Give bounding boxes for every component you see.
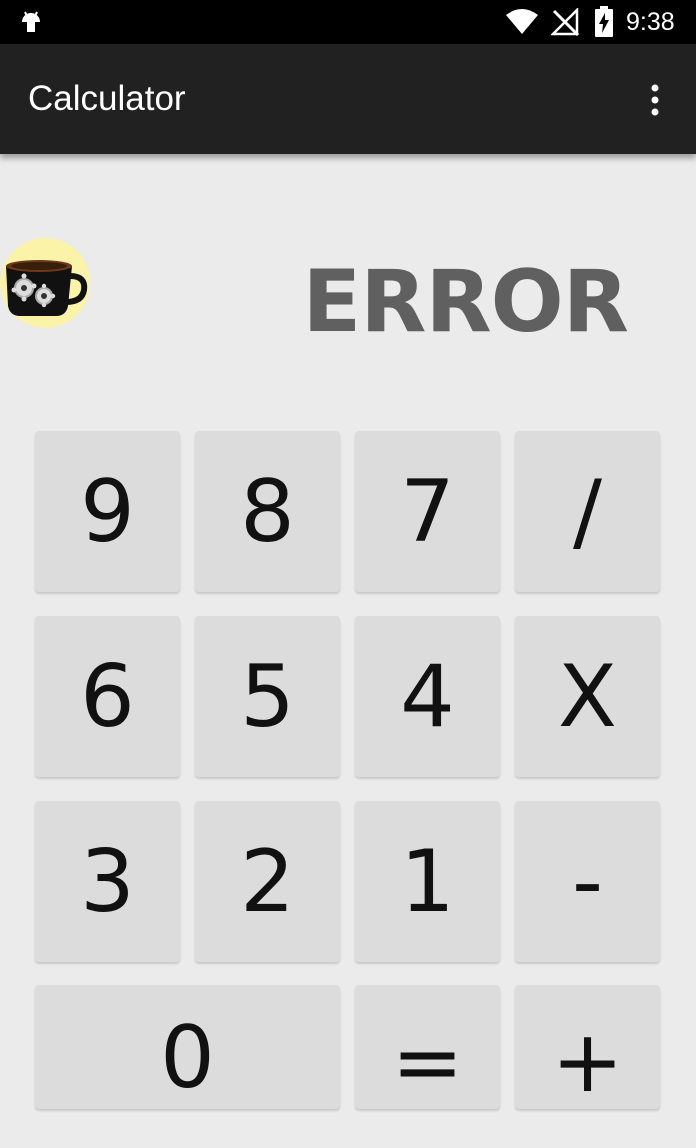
no-signal-icon bbox=[551, 8, 580, 36]
key-6[interactable]: 6 bbox=[35, 616, 180, 777]
key-plus[interactable]: + bbox=[515, 985, 660, 1109]
key-1[interactable]: 1 bbox=[355, 801, 500, 962]
key-4[interactable]: 4 bbox=[355, 616, 500, 777]
app-title: Calculator bbox=[28, 79, 186, 118]
key-label: = bbox=[391, 1012, 464, 1109]
key-9[interactable]: 9 bbox=[35, 431, 180, 592]
more-vert-icon[interactable] bbox=[640, 80, 670, 120]
key-label: X bbox=[558, 646, 617, 747]
key-label: 7 bbox=[400, 461, 455, 562]
battery-charging-icon bbox=[595, 6, 613, 37]
key-label: 4 bbox=[400, 646, 455, 747]
key-label: 5 bbox=[240, 646, 295, 747]
key-label: 0 bbox=[160, 1008, 215, 1108]
key-label: + bbox=[551, 1012, 624, 1109]
key-3[interactable]: 3 bbox=[35, 801, 180, 962]
key-label: 3 bbox=[80, 831, 135, 932]
android-icon bbox=[22, 11, 40, 32]
key-label: - bbox=[571, 831, 604, 932]
key-multiply[interactable]: X bbox=[515, 616, 660, 777]
key-divide[interactable]: / bbox=[515, 431, 660, 592]
key-equals[interactable]: = bbox=[355, 985, 500, 1109]
key-5[interactable]: 5 bbox=[195, 616, 340, 777]
key-label: 9 bbox=[80, 461, 135, 562]
coffee-cup-gears-icon bbox=[0, 238, 90, 328]
key-8[interactable]: 8 bbox=[195, 431, 340, 592]
status-bar: 9:38 bbox=[0, 0, 696, 44]
wifi-icon bbox=[506, 9, 538, 34]
key-label: 6 bbox=[80, 646, 135, 747]
app-bar: Calculator bbox=[0, 44, 696, 154]
key-0[interactable]: 0 bbox=[35, 985, 340, 1109]
key-2[interactable]: 2 bbox=[195, 801, 340, 962]
key-label: 1 bbox=[400, 831, 455, 932]
status-time: 9:38 bbox=[626, 8, 675, 36]
key-label: / bbox=[573, 461, 602, 562]
key-label: 8 bbox=[240, 461, 295, 562]
calculator-display: ERROR bbox=[302, 252, 629, 352]
key-minus[interactable]: - bbox=[515, 801, 660, 962]
key-label: 2 bbox=[240, 831, 295, 932]
key-7[interactable]: 7 bbox=[355, 431, 500, 592]
